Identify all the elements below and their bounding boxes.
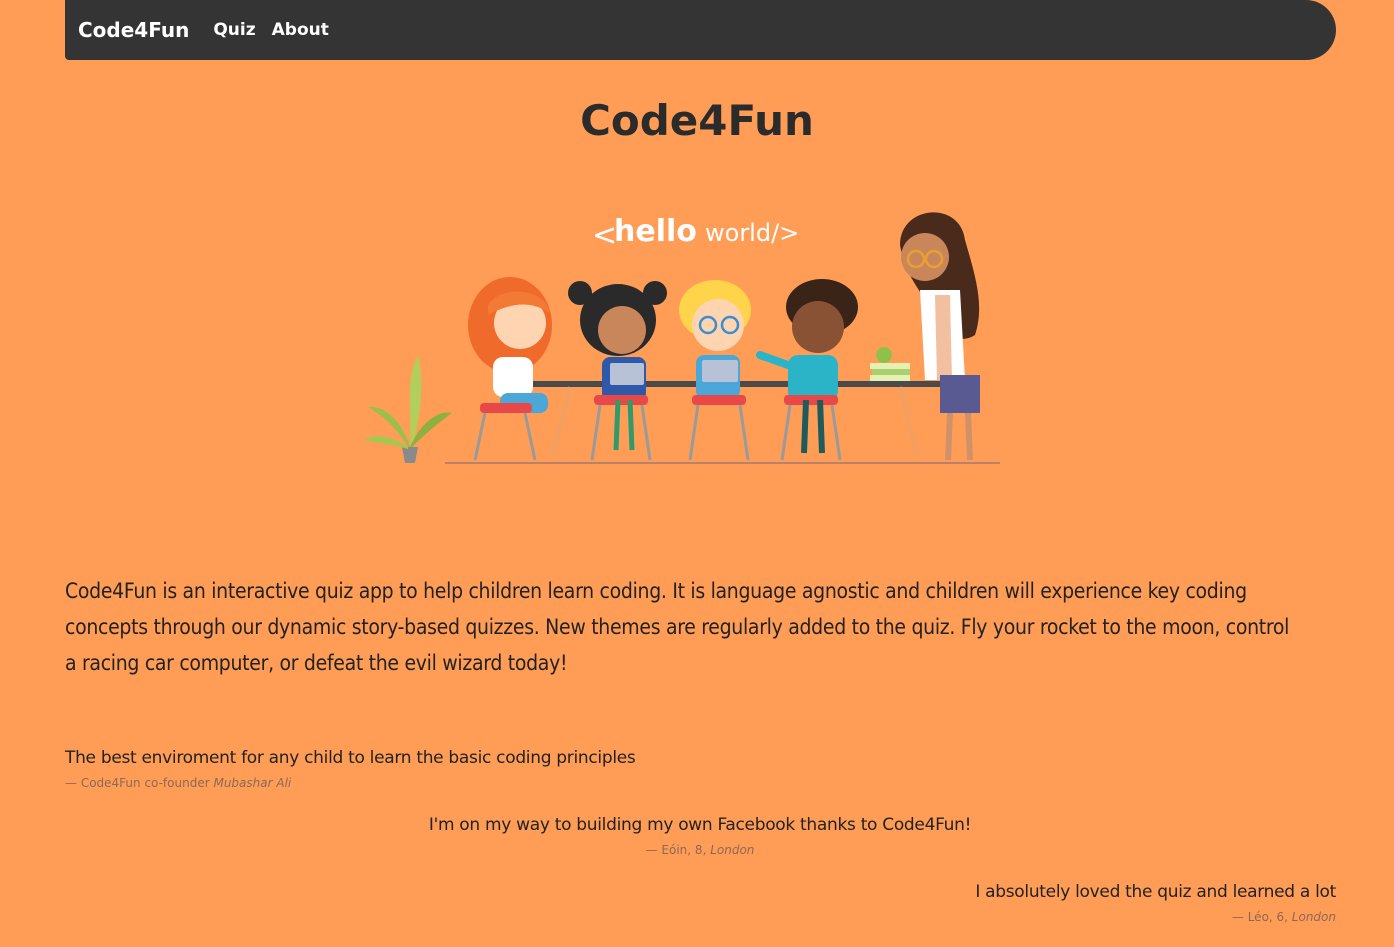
nav-link-about[interactable]: About xyxy=(272,20,329,40)
brand-link[interactable]: Code4Fun xyxy=(78,18,189,42)
page-title: Code4Fun xyxy=(580,96,814,145)
teacher xyxy=(900,212,980,461)
child-black-hair xyxy=(568,281,667,461)
testimonial-source: London xyxy=(1291,910,1336,924)
child-curly-hair xyxy=(756,279,858,461)
hero-illustration: < hello world/> xyxy=(364,212,1000,464)
testimonial-author: — Code4Fun co-founder xyxy=(65,776,214,790)
testimonial-author: — Léo, 6, xyxy=(1231,910,1292,924)
testimonial-source: Mubashar Ali xyxy=(213,776,292,790)
testimonial-quote: I'm on my way to building my own Faceboo… xyxy=(428,815,972,835)
testimonial-author: — Eóin, 8, xyxy=(645,843,711,857)
testimonial-1: The best enviroment for any child to lea… xyxy=(65,748,636,790)
child-blond-glasses xyxy=(679,280,751,461)
intro-paragraph: Code4Fun is an interactive quiz app to h… xyxy=(65,579,1290,675)
hero-hello-text: hello xyxy=(614,214,697,249)
books-icon xyxy=(870,347,910,381)
plant-icon xyxy=(364,355,452,463)
navbar: Code4Fun Quiz About xyxy=(65,0,1336,60)
testimonial-source: London xyxy=(710,843,755,857)
testimonial-2: I'm on my way to building my own Faceboo… xyxy=(0,815,1394,857)
table-top xyxy=(528,381,963,387)
testimonial-cite: — Code4Fun co-founder Mubashar Ali xyxy=(65,776,635,790)
nav-link-quiz[interactable]: Quiz xyxy=(213,20,255,40)
child-red-hair xyxy=(468,277,552,461)
testimonial-cite: — Léo, 6, London xyxy=(975,910,1336,924)
hero-world-text: world/> xyxy=(705,219,799,247)
testimonial-cite: — Eóin, 8, London xyxy=(0,843,1394,857)
testimonial-quote: I absolutely loved the quiz and learned … xyxy=(975,882,1336,902)
testimonial-3: I absolutely loved the quiz and learned … xyxy=(975,882,1336,924)
testimonial-quote: The best enviroment for any child to lea… xyxy=(65,748,636,768)
